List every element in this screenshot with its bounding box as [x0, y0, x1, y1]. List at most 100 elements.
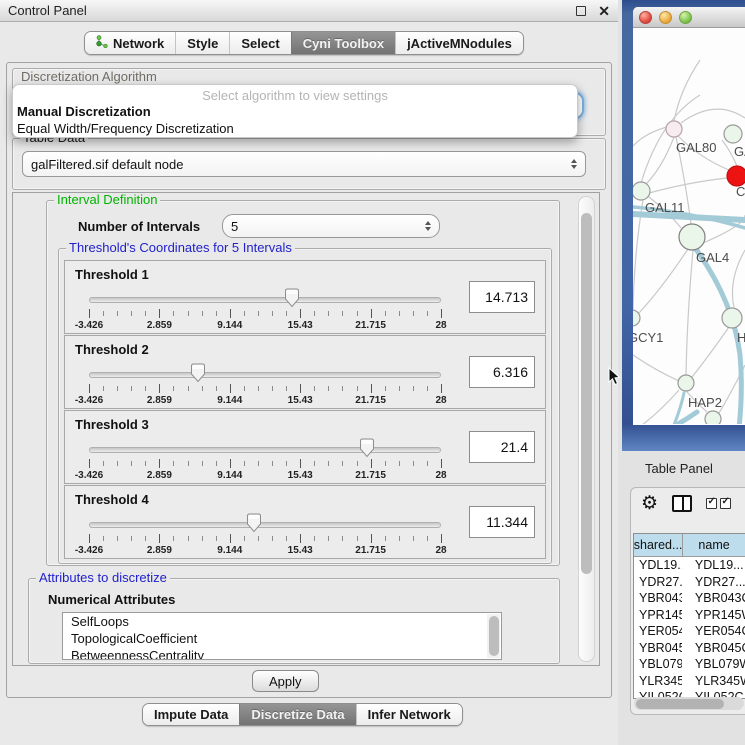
table-data-combobox[interactable]: galFiltered.sif default node [22, 151, 586, 177]
network-edge[interactable] [633, 355, 679, 381]
scrollbar-thumb[interactable] [489, 616, 499, 656]
list-scrollbar[interactable] [487, 614, 500, 658]
network-edge[interactable] [649, 178, 727, 193]
tick-mark [300, 534, 301, 543]
table-row[interactable]: YBL079WYBL079W [634, 656, 745, 673]
mac-close-button[interactable] [639, 11, 652, 24]
tick-label: 9.144 [217, 545, 242, 556]
column-visibility-icons[interactable] [706, 498, 731, 509]
slider-track[interactable] [89, 522, 441, 528]
node-attribute-table[interactable]: shared... name YDL19...YDL19...YDR27...Y… [633, 533, 745, 699]
threshold-slider[interactable]: -3.4262.8599.14415.4321.71528 [75, 285, 455, 333]
table-row[interactable]: YDR27...YDR27... [634, 574, 745, 591]
table-row[interactable]: YER054CYER054C [634, 623, 745, 640]
network-node[interactable] [724, 125, 742, 143]
network-edge-thick[interactable] [633, 412, 697, 424]
table-horizontal-scrollbar[interactable] [634, 697, 744, 710]
threshold-value-field[interactable] [469, 431, 535, 463]
network-edge[interactable] [641, 95, 700, 183]
numerical-attributes-list[interactable]: SelfLoopsTopologicalCoefficientBetweenne… [62, 612, 502, 660]
float-window-icon[interactable] [576, 6, 586, 16]
network-node[interactable] [705, 411, 721, 424]
tick-mark [272, 386, 273, 391]
threshold-slider[interactable]: -3.4262.8599.14415.4321.71528 [75, 435, 455, 483]
tick-mark [173, 536, 174, 541]
column-header-name[interactable]: name [683, 534, 745, 556]
network-edge[interactable] [681, 109, 745, 123]
tab-infer-network[interactable]: Infer Network [356, 704, 462, 725]
tab-cyni-toolbox[interactable]: Cyni Toolbox [291, 32, 395, 54]
table-row[interactable]: YDL19...YDL19... [634, 557, 745, 574]
network-edge[interactable] [674, 60, 700, 121]
column-header-shared-name[interactable]: shared... [634, 534, 683, 556]
tick-mark [342, 386, 343, 391]
tab-select[interactable]: Select [229, 32, 290, 54]
network-node[interactable] [633, 182, 650, 200]
tab-impute-data[interactable]: Impute Data [143, 704, 239, 725]
table-row[interactable]: YLR345WYLR345W [634, 673, 745, 690]
slider-tick-labels: -3.4262.8599.14415.4321.71528 [89, 395, 441, 407]
tick-mark [413, 386, 414, 391]
tick-label: 15.43 [288, 470, 313, 481]
close-icon[interactable]: ✕ [598, 4, 610, 18]
list-item-topologicalcoefficient[interactable]: TopologicalCoefficient [63, 630, 501, 647]
table-row[interactable]: YBR045CYBR045C [634, 640, 745, 657]
threshold-value-field[interactable] [469, 281, 535, 313]
scrollbar-thumb[interactable] [636, 699, 724, 709]
tick-mark [202, 386, 203, 391]
threshold-value-field[interactable] [469, 506, 535, 538]
tick-mark [314, 461, 315, 466]
slider-thumb[interactable] [283, 288, 301, 308]
slider-thumb[interactable] [358, 438, 376, 458]
network-node[interactable] [722, 308, 742, 328]
tick-label: 21.715 [355, 320, 386, 331]
tick-mark [103, 461, 104, 466]
split-columns-icon[interactable] [672, 495, 692, 512]
slider-track[interactable] [89, 447, 441, 453]
network-edge[interactable] [633, 390, 679, 424]
tick-mark [371, 309, 372, 318]
apply-button[interactable]: Apply [252, 670, 319, 692]
mac-minimize-button[interactable] [659, 11, 672, 24]
slider-track[interactable] [89, 372, 441, 378]
network-node[interactable] [678, 375, 694, 391]
attributes-group-title: Attributes to discretize [36, 571, 170, 585]
table-row[interactable]: YPR145WYPR145W [634, 607, 745, 624]
list-item-selfloops[interactable]: SelfLoops [63, 613, 501, 630]
tab-discretize-data[interactable]: Discretize Data [239, 704, 355, 725]
combo-stepper-icon [571, 159, 577, 169]
gear-icon[interactable]: ⚙ [641, 494, 658, 513]
tick-mark [131, 311, 132, 316]
mac-zoom-button[interactable] [679, 11, 692, 24]
settings-scrollbar[interactable] [578, 196, 595, 662]
slider-thumb[interactable] [189, 363, 207, 383]
tick-mark [399, 311, 400, 316]
threshold-slider[interactable]: -3.4262.8599.14415.4321.71528 [75, 360, 455, 408]
dropdown-option-manual-discretization[interactable]: Manual Discretization [13, 103, 577, 120]
list-item-betweennesscentrality[interactable]: BetweennessCentrality [63, 647, 501, 660]
table-row[interactable]: YBR043CYBR043C [634, 590, 745, 607]
tab-jactivemnodules[interactable]: jActiveMNodules [395, 32, 523, 54]
network-edge[interactable] [692, 327, 729, 377]
network-canvas[interactable]: GAL80GALCGAL11GAL4GCY1HHAP2 [633, 28, 745, 424]
threshold-slider[interactable]: -3.4262.8599.14415.4321.71528 [75, 510, 455, 558]
network-node[interactable] [679, 224, 705, 250]
threshold-value-field[interactable] [469, 356, 535, 388]
network-edge[interactable] [633, 127, 667, 146]
slider-track[interactable] [89, 297, 441, 303]
tick-label: 15.43 [288, 320, 313, 331]
tab-network[interactable]: Network [85, 32, 175, 54]
tick-label: 21.715 [355, 470, 386, 481]
dropdown-option-equal-width-frequency[interactable]: Equal Width/Frequency Discretization [13, 120, 577, 137]
network-edge[interactable] [646, 137, 674, 184]
tab-style[interactable]: Style [175, 32, 229, 54]
number-of-intervals-combobox[interactable]: 5 [222, 214, 440, 238]
scrollbar-thumb[interactable] [581, 213, 592, 574]
network-edge[interactable] [686, 250, 693, 375]
tick-mark [328, 536, 329, 541]
network-edge[interactable] [732, 250, 745, 308]
network-edge[interactable] [639, 249, 688, 313]
network-node[interactable] [727, 166, 745, 186]
network-node[interactable] [666, 121, 682, 137]
slider-thumb[interactable] [245, 513, 263, 533]
